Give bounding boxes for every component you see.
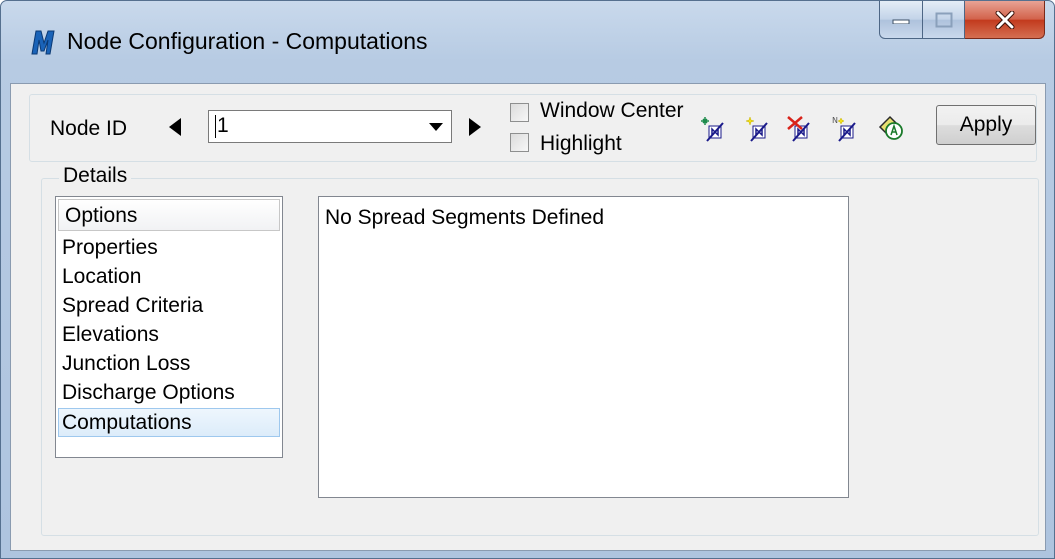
options-list[interactable]: Options Properties Location Spread Crite… [55, 196, 283, 458]
node-toolbar-group: Node ID 1 Window Center Highlight N Appl… [29, 94, 1037, 162]
dialog-window: Node Configuration - Computations Node I… [0, 0, 1055, 559]
computations-panel: No Spread Segments Defined [318, 196, 849, 498]
option-junction-loss[interactable]: Junction Loss [58, 350, 280, 379]
chevron-down-icon [429, 123, 443, 131]
window-controls [879, 1, 1045, 41]
option-properties[interactable]: Properties [58, 234, 280, 263]
apply-button[interactable]: Apply [936, 105, 1036, 145]
microstation-m-icon [31, 30, 55, 55]
svg-text:N: N [832, 116, 838, 125]
maximize-button[interactable] [923, 1, 965, 39]
option-computations[interactable]: Computations [58, 408, 280, 437]
option-spread-criteria[interactable]: Spread Criteria [58, 292, 280, 321]
node-id-value: 1 [217, 114, 229, 137]
window-center-label[interactable]: Window Center [540, 99, 684, 123]
option-location[interactable]: Location [58, 263, 280, 292]
window-center-checkbox[interactable] [510, 103, 529, 122]
option-elevations[interactable]: Elevations [58, 321, 280, 350]
close-icon [995, 10, 1014, 29]
options-column-header[interactable]: Options [58, 199, 280, 231]
new-node-icon[interactable] [744, 115, 772, 143]
no-segments-message: No Spread Segments Defined [325, 206, 604, 229]
next-node-button[interactable] [468, 117, 482, 137]
option-discharge-options[interactable]: Discharge Options [58, 379, 280, 408]
text-caret [215, 115, 216, 138]
renumber-node-icon[interactable]: N [832, 115, 860, 143]
details-legend: Details [59, 164, 132, 188]
options-header-label: Options [65, 204, 138, 227]
add-node-icon[interactable] [700, 115, 728, 143]
node-id-dropdown[interactable]: 1 [208, 110, 452, 143]
minimize-button[interactable] [879, 1, 923, 39]
maximize-icon [935, 12, 952, 27]
node-properties-icon[interactable] [876, 113, 904, 141]
node-id-label: Node ID [50, 117, 128, 140]
window-title: Node Configuration - Computations [67, 28, 428, 54]
dialog-client-area: Node ID 1 Window Center Highlight N Appl… [10, 83, 1046, 551]
highlight-checkbox[interactable] [510, 133, 529, 152]
minimize-icon [892, 19, 910, 24]
highlight-label[interactable]: Highlight [540, 132, 622, 156]
title-bar[interactable]: Node Configuration - Computations [1, 1, 1054, 83]
previous-node-button[interactable] [168, 117, 182, 137]
close-button[interactable] [965, 1, 1045, 39]
delete-node-icon[interactable] [786, 115, 814, 143]
